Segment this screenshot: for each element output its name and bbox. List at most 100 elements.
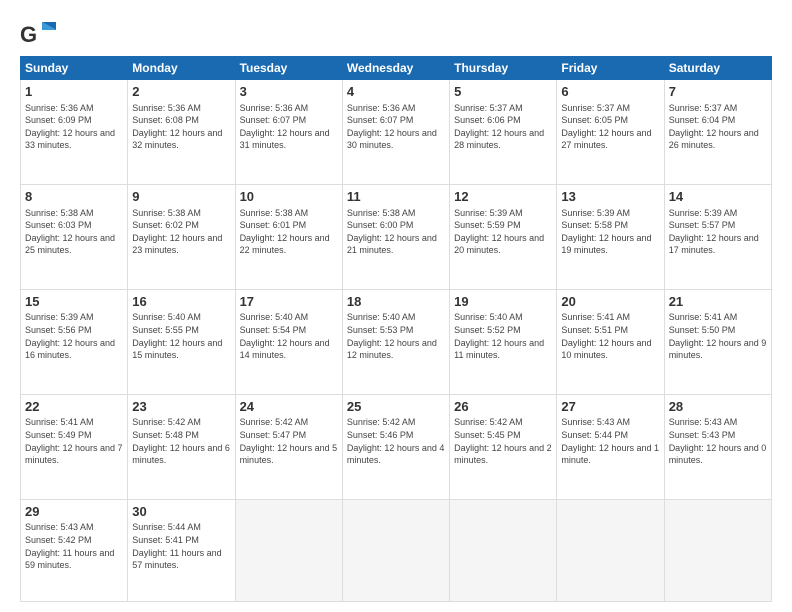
day-cell: 3Sunrise: 5:36 AMSunset: 6:07 PMDaylight… <box>235 80 342 185</box>
day-cell: 20Sunrise: 5:41 AMSunset: 5:51 PMDayligh… <box>557 289 664 394</box>
day-cell: 21Sunrise: 5:41 AMSunset: 5:50 PMDayligh… <box>664 289 771 394</box>
day-number: 27 <box>561 398 659 416</box>
day-number: 10 <box>240 188 338 206</box>
logo: G <box>20 16 58 52</box>
day-cell: 26Sunrise: 5:42 AMSunset: 5:45 PMDayligh… <box>450 394 557 499</box>
day-cell: 24Sunrise: 5:42 AMSunset: 5:47 PMDayligh… <box>235 394 342 499</box>
calendar-row: 8Sunrise: 5:38 AMSunset: 6:03 PMDaylight… <box>21 184 772 289</box>
day-cell: 29Sunrise: 5:43 AMSunset: 5:42 PMDayligh… <box>21 499 128 601</box>
day-cell: 2Sunrise: 5:36 AMSunset: 6:08 PMDaylight… <box>128 80 235 185</box>
day-info: Sunrise: 5:42 AMSunset: 5:48 PMDaylight:… <box>132 416 230 466</box>
column-header-thursday: Thursday <box>450 57 557 80</box>
calendar-row: 1Sunrise: 5:36 AMSunset: 6:09 PMDaylight… <box>21 80 772 185</box>
day-info: Sunrise: 5:36 AMSunset: 6:08 PMDaylight:… <box>132 102 230 152</box>
day-info: Sunrise: 5:42 AMSunset: 5:45 PMDaylight:… <box>454 416 552 466</box>
day-number: 30 <box>132 503 230 521</box>
calendar-row: 29Sunrise: 5:43 AMSunset: 5:42 PMDayligh… <box>21 499 772 601</box>
day-cell: 5Sunrise: 5:37 AMSunset: 6:06 PMDaylight… <box>450 80 557 185</box>
day-number: 13 <box>561 188 659 206</box>
empty-cell <box>235 499 342 601</box>
day-cell: 15Sunrise: 5:39 AMSunset: 5:56 PMDayligh… <box>21 289 128 394</box>
day-info: Sunrise: 5:38 AMSunset: 6:01 PMDaylight:… <box>240 207 338 257</box>
day-number: 7 <box>669 83 767 101</box>
day-number: 25 <box>347 398 445 416</box>
day-info: Sunrise: 5:40 AMSunset: 5:55 PMDaylight:… <box>132 311 230 361</box>
day-info: Sunrise: 5:42 AMSunset: 5:47 PMDaylight:… <box>240 416 338 466</box>
day-info: Sunrise: 5:38 AMSunset: 6:03 PMDaylight:… <box>25 207 123 257</box>
day-cell: 27Sunrise: 5:43 AMSunset: 5:44 PMDayligh… <box>557 394 664 499</box>
day-info: Sunrise: 5:39 AMSunset: 5:57 PMDaylight:… <box>669 207 767 257</box>
day-number: 8 <box>25 188 123 206</box>
day-number: 21 <box>669 293 767 311</box>
day-cell: 23Sunrise: 5:42 AMSunset: 5:48 PMDayligh… <box>128 394 235 499</box>
day-number: 1 <box>25 83 123 101</box>
column-header-sunday: Sunday <box>21 57 128 80</box>
day-info: Sunrise: 5:39 AMSunset: 5:59 PMDaylight:… <box>454 207 552 257</box>
day-info: Sunrise: 5:36 AMSunset: 6:07 PMDaylight:… <box>347 102 445 152</box>
day-info: Sunrise: 5:40 AMSunset: 5:54 PMDaylight:… <box>240 311 338 361</box>
day-cell: 10Sunrise: 5:38 AMSunset: 6:01 PMDayligh… <box>235 184 342 289</box>
day-number: 23 <box>132 398 230 416</box>
day-cell: 6Sunrise: 5:37 AMSunset: 6:05 PMDaylight… <box>557 80 664 185</box>
day-cell: 13Sunrise: 5:39 AMSunset: 5:58 PMDayligh… <box>557 184 664 289</box>
day-number: 4 <box>347 83 445 101</box>
day-number: 26 <box>454 398 552 416</box>
day-cell: 9Sunrise: 5:38 AMSunset: 6:02 PMDaylight… <box>128 184 235 289</box>
day-info: Sunrise: 5:39 AMSunset: 5:58 PMDaylight:… <box>561 207 659 257</box>
day-cell: 12Sunrise: 5:39 AMSunset: 5:59 PMDayligh… <box>450 184 557 289</box>
day-info: Sunrise: 5:37 AMSunset: 6:06 PMDaylight:… <box>454 102 552 152</box>
day-cell: 25Sunrise: 5:42 AMSunset: 5:46 PMDayligh… <box>342 394 449 499</box>
calendar-row: 22Sunrise: 5:41 AMSunset: 5:49 PMDayligh… <box>21 394 772 499</box>
day-number: 29 <box>25 503 123 521</box>
day-info: Sunrise: 5:40 AMSunset: 5:52 PMDaylight:… <box>454 311 552 361</box>
day-number: 9 <box>132 188 230 206</box>
day-cell: 17Sunrise: 5:40 AMSunset: 5:54 PMDayligh… <box>235 289 342 394</box>
day-info: Sunrise: 5:36 AMSunset: 6:09 PMDaylight:… <box>25 102 123 152</box>
day-info: Sunrise: 5:43 AMSunset: 5:44 PMDaylight:… <box>561 416 659 466</box>
day-cell: 28Sunrise: 5:43 AMSunset: 5:43 PMDayligh… <box>664 394 771 499</box>
empty-cell <box>664 499 771 601</box>
day-info: Sunrise: 5:43 AMSunset: 5:42 PMDaylight:… <box>25 521 123 571</box>
day-info: Sunrise: 5:41 AMSunset: 5:49 PMDaylight:… <box>25 416 123 466</box>
column-header-saturday: Saturday <box>664 57 771 80</box>
calendar-table: SundayMondayTuesdayWednesdayThursdayFrid… <box>20 56 772 602</box>
column-header-monday: Monday <box>128 57 235 80</box>
day-cell: 14Sunrise: 5:39 AMSunset: 5:57 PMDayligh… <box>664 184 771 289</box>
day-info: Sunrise: 5:41 AMSunset: 5:51 PMDaylight:… <box>561 311 659 361</box>
day-cell: 11Sunrise: 5:38 AMSunset: 6:00 PMDayligh… <box>342 184 449 289</box>
day-info: Sunrise: 5:38 AMSunset: 6:00 PMDaylight:… <box>347 207 445 257</box>
svg-text:G: G <box>20 22 37 47</box>
day-info: Sunrise: 5:37 AMSunset: 6:05 PMDaylight:… <box>561 102 659 152</box>
day-number: 6 <box>561 83 659 101</box>
day-cell: 1Sunrise: 5:36 AMSunset: 6:09 PMDaylight… <box>21 80 128 185</box>
day-info: Sunrise: 5:36 AMSunset: 6:07 PMDaylight:… <box>240 102 338 152</box>
day-number: 22 <box>25 398 123 416</box>
day-cell: 4Sunrise: 5:36 AMSunset: 6:07 PMDaylight… <box>342 80 449 185</box>
day-cell: 7Sunrise: 5:37 AMSunset: 6:04 PMDaylight… <box>664 80 771 185</box>
column-header-friday: Friday <box>557 57 664 80</box>
day-info: Sunrise: 5:43 AMSunset: 5:43 PMDaylight:… <box>669 416 767 466</box>
day-number: 17 <box>240 293 338 311</box>
day-number: 16 <box>132 293 230 311</box>
page: G SundayMondayTuesdayWednesdayThursdayFr… <box>0 0 792 612</box>
day-cell: 18Sunrise: 5:40 AMSunset: 5:53 PMDayligh… <box>342 289 449 394</box>
day-number: 18 <box>347 293 445 311</box>
day-info: Sunrise: 5:42 AMSunset: 5:46 PMDaylight:… <box>347 416 445 466</box>
day-cell: 8Sunrise: 5:38 AMSunset: 6:03 PMDaylight… <box>21 184 128 289</box>
column-header-wednesday: Wednesday <box>342 57 449 80</box>
empty-cell <box>450 499 557 601</box>
header: G <box>20 16 772 52</box>
day-cell: 19Sunrise: 5:40 AMSunset: 5:52 PMDayligh… <box>450 289 557 394</box>
calendar-row: 15Sunrise: 5:39 AMSunset: 5:56 PMDayligh… <box>21 289 772 394</box>
day-number: 19 <box>454 293 552 311</box>
day-number: 15 <box>25 293 123 311</box>
day-info: Sunrise: 5:40 AMSunset: 5:53 PMDaylight:… <box>347 311 445 361</box>
day-cell: 22Sunrise: 5:41 AMSunset: 5:49 PMDayligh… <box>21 394 128 499</box>
logo-icon: G <box>20 16 56 52</box>
day-info: Sunrise: 5:38 AMSunset: 6:02 PMDaylight:… <box>132 207 230 257</box>
day-number: 11 <box>347 188 445 206</box>
day-number: 2 <box>132 83 230 101</box>
day-info: Sunrise: 5:39 AMSunset: 5:56 PMDaylight:… <box>25 311 123 361</box>
day-number: 5 <box>454 83 552 101</box>
empty-cell <box>342 499 449 601</box>
